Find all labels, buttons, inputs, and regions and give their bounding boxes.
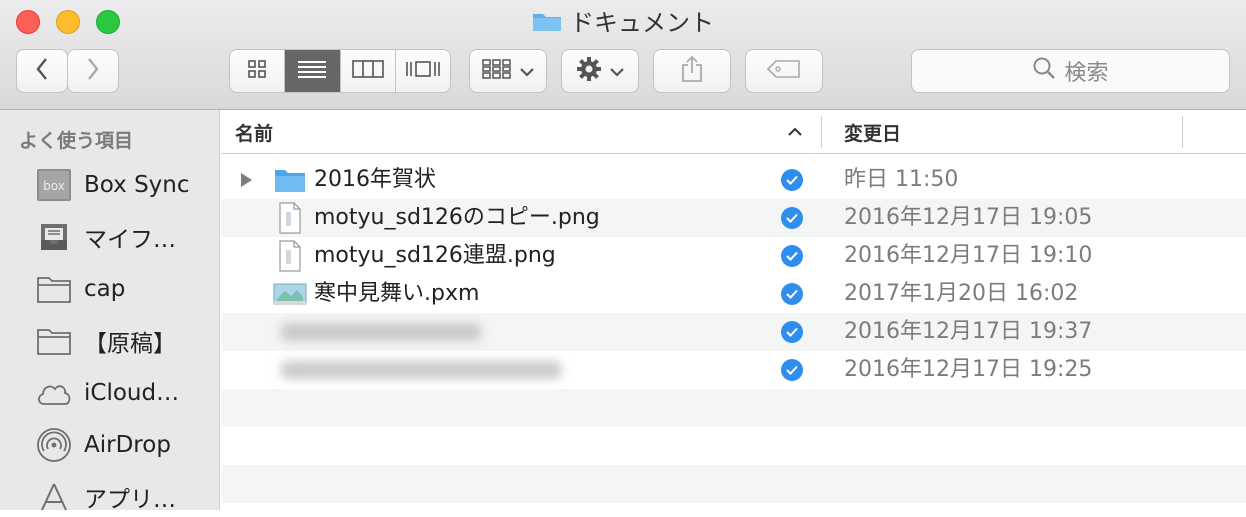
cover-flow-icon (405, 59, 441, 83)
file-date: 2016年12月17日 19:25 (844, 357, 1093, 382)
empty-row (221, 465, 1246, 503)
share-button[interactable] (653, 49, 731, 93)
sync-status-check-icon (781, 169, 803, 191)
column-divider[interactable] (821, 116, 822, 148)
chevron-left-icon (35, 57, 49, 85)
sidebar-item-manuscripts[interactable]: 【原稿】 (34, 321, 176, 361)
file-name: motyu_sd126連盟.png (314, 243, 556, 268)
sidebar-item-label: 【原稿】 (84, 331, 176, 357)
svg-text:box: box (43, 179, 65, 193)
inbox-tray-icon (34, 220, 74, 254)
column-view-button[interactable] (341, 50, 396, 92)
arrange-button[interactable] (469, 49, 547, 93)
sidebar-item-icloud[interactable]: iCloud… (34, 373, 179, 413)
sidebar-item-cap[interactable]: cap (34, 269, 125, 309)
date-column-header[interactable]: 変更日 (844, 119, 901, 146)
sync-status-check-icon (781, 245, 803, 267)
column-view-icon (351, 59, 384, 83)
cloud-icon (34, 376, 74, 410)
window-title-bar: ドキュメント (0, 6, 1246, 41)
window-toolbar: ドキュメント 検索 (0, 0, 1246, 110)
sync-status-check-icon (781, 207, 803, 229)
file-row[interactable]: motyu_sd126のコピー.png 2016年12月17日 19:05 (221, 199, 1246, 237)
pixelmator-file-icon (273, 277, 307, 311)
column-header: 名前 変更日 (221, 110, 1246, 154)
file-row[interactable]: motyu_sd126連盟.png 2016年12月17日 19:10 (221, 237, 1246, 275)
column-divider[interactable] (1182, 116, 1183, 148)
applications-icon (34, 480, 74, 514)
sidebar-item-label: マイフ… (84, 227, 176, 253)
file-name: 寒中見舞い.pxm (314, 281, 480, 306)
chevron-right-icon (86, 57, 100, 85)
sidebar: よく使う項目 box Box Sync マイフ… cap 【原稿】 iCloud… (0, 110, 220, 513)
sidebar-item-label: iCloud… (84, 380, 180, 406)
file-row[interactable]: 2016年賀状 昨日 11:50 (221, 161, 1246, 199)
tag-button[interactable] (745, 49, 823, 93)
view-mode-control (229, 49, 451, 93)
arrange-grid-icon (482, 58, 512, 84)
redacted-file-name (281, 361, 561, 379)
chevron-down-icon (610, 62, 624, 81)
file-row[interactable]: 2016年12月17日 19:25 (221, 351, 1246, 389)
file-date: 2017年1月20日 16:02 (844, 281, 1079, 306)
search-icon (1032, 56, 1064, 86)
search-placeholder: 検索 (1064, 61, 1109, 86)
sidebar-item-airdrop[interactable]: AirDrop (34, 425, 171, 465)
folder-icon (273, 163, 307, 197)
empty-row (221, 389, 1246, 427)
cover-flow-button[interactable] (396, 50, 450, 92)
file-date: 2016年12月17日 19:37 (844, 319, 1093, 344)
chevron-down-icon (520, 62, 534, 81)
file-list: 名前 変更日 2016年賀状 昨日 11:50 motyu_sd126のコピー.… (221, 110, 1246, 510)
sync-status-check-icon (781, 283, 803, 305)
file-date: 2016年12月17日 19:05 (844, 205, 1093, 230)
sidebar-section-title: よく使う項目 (19, 130, 134, 152)
file-name: motyu_sd126のコピー.png (314, 205, 600, 230)
tag-icon (766, 59, 802, 83)
sync-status-check-icon (781, 359, 803, 381)
file-date: 2016年12月17日 19:10 (844, 243, 1093, 268)
png-file-icon (273, 201, 307, 235)
sidebar-item-label: Box Sync (84, 172, 190, 198)
folder-icon (34, 324, 74, 358)
file-row[interactable]: 寒中見舞い.pxm 2017年1月20日 16:02 (221, 275, 1246, 313)
name-column-header[interactable]: 名前 (235, 119, 273, 146)
box-sync-icon: box (34, 168, 74, 202)
sidebar-item-applications[interactable]: アプリ… (34, 477, 176, 517)
png-file-icon (273, 239, 307, 273)
folder-icon (532, 7, 562, 41)
window-title: ドキュメント (570, 9, 714, 37)
list-view-icon (297, 59, 327, 83)
share-icon (680, 55, 704, 87)
forward-button[interactable] (67, 49, 119, 93)
file-date: 昨日 11:50 (844, 167, 959, 192)
search-field[interactable]: 検索 (911, 49, 1230, 93)
sidebar-item-label: AirDrop (84, 432, 171, 458)
airdrop-icon (34, 428, 74, 462)
sidebar-item-label: アプリ… (84, 487, 176, 513)
sidebar-item-box-sync[interactable]: box Box Sync (34, 165, 190, 205)
redacted-file-name (281, 323, 481, 341)
list-view-button[interactable] (285, 50, 341, 92)
folder-icon (34, 272, 74, 306)
back-button[interactable] (16, 49, 68, 93)
empty-row (221, 427, 1246, 465)
sidebar-item-my-files[interactable]: マイフ… (34, 217, 176, 257)
action-menu-button[interactable] (561, 49, 639, 93)
file-name: 2016年賀状 (314, 167, 436, 192)
icon-view-icon (247, 59, 267, 83)
sidebar-item-label: cap (84, 276, 126, 302)
disclosure-triangle-icon[interactable] (239, 172, 253, 192)
sort-ascending-icon[interactable] (788, 122, 802, 141)
file-row[interactable]: 2016年12月17日 19:37 (221, 313, 1246, 351)
icon-view-button[interactable] (230, 50, 286, 92)
sync-status-check-icon (781, 321, 803, 343)
gear-icon (576, 56, 602, 86)
